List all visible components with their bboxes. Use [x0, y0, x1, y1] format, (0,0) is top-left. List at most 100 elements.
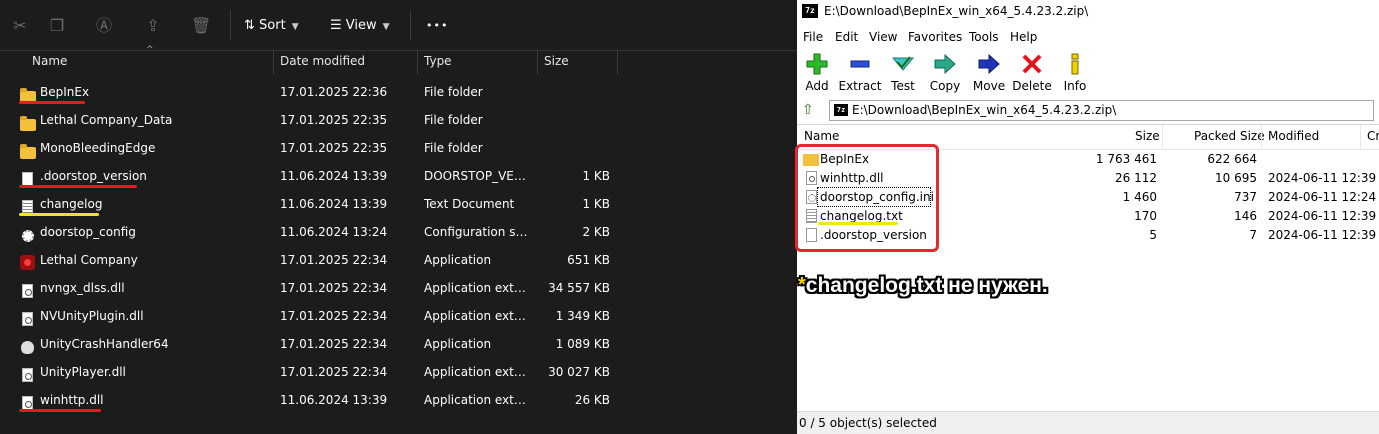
column-type[interactable]: Type	[424, 49, 452, 74]
delete-button[interactable]: Delete	[1010, 52, 1054, 93]
title-bar: 7z E:\Download\BepInEx_win_x64_5.4.23.2.…	[797, 0, 1379, 24]
copy-icon[interactable]: ❐	[47, 16, 67, 36]
file-type: Text Document	[424, 197, 515, 211]
menu-view[interactable]: View	[869, 27, 897, 47]
file-row[interactable]: doorstop_config 11.06.2024 13:24 Configu…	[0, 218, 797, 246]
file-date: 17.01.2025 22:34	[280, 309, 388, 323]
extract-icon	[850, 60, 870, 68]
extract-button[interactable]: Extract	[838, 52, 882, 93]
window-title: E:\Download\BepInEx_win_x64_5.4.23.2.zip…	[824, 4, 1089, 18]
red-highlight-box	[795, 144, 939, 252]
file-explorer-window: ✂ ❐ Ⓐ ⇪ 🗑 ⇅ Sort ▼ ☰ View ▼ ••• ^ Name Dat…	[0, 0, 797, 433]
column-divider[interactable]	[417, 50, 418, 74]
file-name: UnityCrashHandler64	[40, 337, 169, 351]
address-bar: ⇧ 7z E:\Download\BepInEx_win_x64_5.4.23.…	[797, 98, 1379, 124]
file-type: Application exten...	[424, 309, 532, 323]
address-text: E:\Download\BepInEx_win_x64_5.4.23.2.zip…	[852, 103, 1117, 117]
explorer-toolbar: ✂ ❐ Ⓐ ⇪ 🗑 ⇅ Sort ▼ ☰ View ▼ •••	[0, 0, 797, 51]
share-icon[interactable]: ⇪	[143, 16, 163, 36]
file-size	[540, 106, 610, 134]
view-button[interactable]: ☰ View ▼	[330, 16, 390, 36]
delete-icon[interactable]: 🗑	[191, 16, 211, 36]
file-row[interactable]: BepInEx 17.01.2025 22:36 File folder	[0, 78, 797, 106]
file-type: Application exten...	[424, 365, 532, 379]
red-underline-doorstop-version	[19, 185, 137, 188]
file-row[interactable]: winhttp.dll 11.06.2024 13:39 Application…	[0, 386, 797, 414]
column-created[interactable]: Cr	[1367, 129, 1379, 143]
menu-favorites[interactable]: Favorites	[908, 27, 962, 47]
dll-icon	[22, 368, 33, 382]
annotation-text: changelog.txt не нужен.	[805, 274, 1048, 297]
dll-icon	[22, 312, 33, 326]
file-row[interactable]: changelog 11.06.2024 13:39 Text Document…	[0, 190, 797, 218]
info-icon	[1071, 53, 1079, 75]
file-type: Application	[424, 337, 492, 351]
file-size	[540, 78, 610, 106]
column-date-modified[interactable]: Date modified	[280, 49, 365, 74]
file-row[interactable]: Lethal Company_Data 17.01.2025 22:35 Fil…	[0, 106, 797, 134]
folder-up-icon[interactable]: ⇧	[802, 103, 816, 117]
column-divider[interactable]	[537, 50, 538, 74]
column-modified[interactable]: Modified	[1268, 129, 1319, 143]
extract-label: Extract	[838, 79, 882, 93]
file-type: Application	[424, 253, 492, 267]
file-date: 17.01.2025 22:35	[280, 141, 388, 155]
file-row[interactable]: Lethal Company 17.01.2025 22:34 Applicat…	[0, 246, 797, 274]
file-row[interactable]: nvngx_dlss.dll 17.01.2025 22:34 Applicat…	[0, 274, 797, 302]
annotation-note: *changelog.txt не нужен.	[798, 274, 1048, 298]
file-size: 1 KB	[582, 169, 610, 183]
file-date: 11.06.2024 13:39	[280, 393, 388, 407]
file-row[interactable]: UnityCrashHandler64 17.01.2025 22:34 App…	[0, 330, 797, 358]
file-size: 651 KB	[567, 253, 610, 267]
menu-help[interactable]: Help	[1010, 27, 1037, 47]
config-file-icon	[22, 230, 34, 242]
text-file-icon	[22, 200, 33, 214]
sort-caret-icon: ^	[146, 45, 154, 55]
file-date: 17.01.2025 22:36	[280, 85, 388, 99]
file-row[interactable]: MonoBleedingEdge 17.01.2025 22:35 File f…	[0, 134, 797, 162]
column-name[interactable]: Name	[32, 49, 67, 74]
archive-item-modified: 2024-06-11 12:39	[1268, 171, 1377, 185]
copy-arrow-icon	[934, 53, 956, 75]
archive-item-size: 170	[1134, 209, 1157, 223]
sort-icon: ⇅	[244, 18, 255, 33]
file-date: 17.01.2025 22:34	[280, 337, 388, 351]
menu-edit[interactable]: Edit	[835, 27, 858, 47]
cut-icon[interactable]: ✂	[10, 16, 30, 36]
column-divider[interactable]	[1261, 125, 1262, 149]
column-name[interactable]: Name	[804, 129, 839, 143]
column-divider[interactable]	[1360, 125, 1361, 149]
file-size: 30 027 KB	[548, 365, 610, 379]
info-label: Info	[1063, 79, 1087, 93]
file-date: 11.06.2024 13:39	[280, 169, 388, 183]
archive-item-modified: 2024-06-11 12:39	[1268, 209, 1377, 223]
column-packed-size[interactable]: Packed Size	[1194, 129, 1265, 143]
add-button[interactable]: Add	[795, 52, 839, 93]
red-underline-bepinex	[19, 101, 85, 104]
file-row[interactable]: NVUnityPlugin.dll 17.01.2025 22:34 Appli…	[0, 302, 797, 330]
info-button[interactable]: Info	[1053, 52, 1097, 93]
test-button[interactable]: Test	[881, 52, 925, 93]
file-size: 1 089 KB	[555, 337, 610, 351]
more-options-button[interactable]: •••	[426, 16, 448, 36]
column-divider[interactable]	[617, 50, 618, 74]
sort-button[interactable]: ⇅ Sort ▼	[244, 16, 299, 36]
column-divider[interactable]	[273, 50, 274, 74]
archive-item-packed: 146	[1234, 209, 1257, 223]
move-label: Move	[972, 79, 1006, 93]
file-row[interactable]: UnityPlayer.dll 17.01.2025 22:34 Applica…	[0, 358, 797, 386]
column-size[interactable]: Size	[544, 49, 569, 74]
rename-icon[interactable]: Ⓐ	[94, 16, 114, 36]
archive-item-size: 26 112	[1115, 171, 1157, 185]
file-name: NVUnityPlugin.dll	[40, 309, 144, 323]
address-field[interactable]: 7z E:\Download\BepInEx_win_x64_5.4.23.2.…	[829, 100, 1374, 121]
column-divider[interactable]	[1162, 125, 1163, 149]
file-size	[540, 134, 610, 162]
copy-button[interactable]: Copy	[923, 52, 967, 93]
file-date: 17.01.2025 22:34	[280, 281, 388, 295]
column-size[interactable]: Size	[1135, 129, 1160, 143]
menu-file[interactable]: File	[803, 27, 823, 47]
move-button[interactable]: Move	[967, 52, 1011, 93]
file-size: 2 KB	[582, 225, 610, 239]
menu-tools[interactable]: Tools	[969, 27, 999, 47]
